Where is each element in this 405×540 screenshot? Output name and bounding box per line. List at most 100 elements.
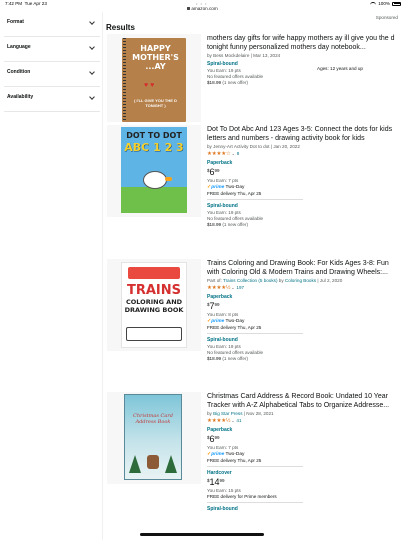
format-link[interactable]: Spiral-bound (207, 506, 399, 512)
format-link[interactable]: Paperback (207, 160, 399, 166)
cover-text: TRAINS (126, 283, 182, 298)
train-outline-illustration (126, 327, 182, 341)
price[interactable]: $799 (207, 301, 399, 311)
cover-text: DOT TO DOT (126, 131, 182, 140)
format-link[interactable]: Paperback (207, 294, 399, 300)
price[interactable]: $699 (207, 434, 399, 444)
home-indicator[interactable] (140, 533, 264, 536)
format-link[interactable]: Spiral-bound (207, 61, 399, 67)
chevron-down-icon: ⌄ (230, 151, 235, 156)
rating-count[interactable]: 197 (236, 285, 244, 290)
result-item: HAPPY MOTHER'S ...AY ♥ ♥ ( I'LL GIVE YOU… (107, 34, 397, 122)
no-featured-offers: No featured offers available (207, 350, 264, 355)
book-cover-image[interactable]: Christmas Card Address Book (124, 394, 182, 480)
beak-illustration (165, 177, 172, 181)
result-item: DOT TO DOT ABC 1 2 3 Dot To Dot Abc And … (107, 125, 397, 255)
you-earn: You Earn: 19 pts (207, 344, 241, 349)
price[interactable]: $699 (207, 167, 399, 177)
product-image[interactable]: DOT TO DOT ABC 1 2 3 (107, 125, 201, 217)
star-rating[interactable]: ★★★★☆ ⌄ 8 (207, 151, 399, 157)
offer-line: $18.99 (1 new offer) (207, 356, 249, 361)
delivery-info: FREE delivery Thu, Apr 25 (207, 325, 262, 330)
offer-line: $18.99 (1 new offer) (207, 80, 249, 85)
chevron-down-icon (89, 19, 95, 25)
filter-condition[interactable]: Condition (4, 62, 100, 87)
divider (207, 502, 303, 503)
cover-text: ABC 1 2 3 (124, 141, 184, 154)
product-title-link[interactable]: Dot To Dot Abc And 123 Ages 3-5: Connect… (207, 125, 399, 143)
filter-sidebar: Format Language Condition Availability (0, 12, 100, 112)
format-link[interactable]: Spiral-bound (207, 337, 399, 343)
new-offer-link[interactable]: (1 new offer) (222, 80, 248, 85)
filter-label: Condition (7, 69, 31, 75)
product-image[interactable]: TRAINS COLORING AND DRAWING BOOK (107, 259, 201, 351)
you-earn: You Earn: 19 pts (207, 210, 241, 215)
prime-badge: ✓prime Two-Day (207, 318, 245, 324)
filter-language[interactable]: Language (4, 37, 100, 62)
new-offer-link[interactable]: (1 new offer) (222, 356, 248, 361)
status-bar: 7:42 PM Tue Apr 23 • • • amazon.com 100% (0, 0, 405, 11)
product-title-link[interactable]: Christmas Card Address & Record Book: Un… (207, 392, 399, 410)
filter-availability[interactable]: Availability (4, 87, 100, 112)
you-earn: You Earn: 15 pts (207, 488, 241, 493)
new-offer-link[interactable]: (1 new offer) (222, 222, 248, 227)
chevron-down-icon (89, 94, 95, 100)
sponsored-label[interactable]: Sponsored (376, 15, 398, 20)
no-featured-offers: No featured offers available (207, 216, 264, 221)
byline: by Big Star Press | Nov 28, 2021 (207, 411, 274, 416)
prime-badge: ✓prime Two-Day (207, 451, 245, 457)
cover-subtext: ( I'LL GIVE YOU THE D TONIGHT ) (134, 98, 177, 108)
rating-count[interactable]: 8 (237, 151, 240, 156)
author-link[interactable]: Coloring Books (285, 278, 316, 283)
format-link[interactable]: Hardcover (207, 470, 399, 476)
series-link[interactable]: Trains Collection (5 books) (223, 278, 277, 283)
product-title-link[interactable]: Trains Coloring and Drawing Book: For Ki… (207, 259, 399, 277)
deer-illustration (147, 455, 159, 469)
result-item: Christmas Card Address Book Christmas Ca… (107, 392, 397, 540)
book-cover-image[interactable]: HAPPY MOTHER'S ...AY ♥ ♥ ( I'LL GIVE YOU… (122, 38, 186, 122)
filter-label: Language (7, 44, 31, 50)
you-earn: You Earn: 7 pts (207, 445, 239, 450)
book-cover-image[interactable]: DOT TO DOT ABC 1 2 3 (121, 127, 187, 213)
results-heading: Results (106, 23, 135, 32)
product-image[interactable]: Christmas Card Address Book (107, 392, 201, 484)
rating-count[interactable]: 41 (236, 418, 241, 423)
ages-label: Ages: 12 years and up (317, 66, 363, 71)
author-link[interactable]: Big Star Press (213, 411, 242, 416)
price[interactable]: $1499 (207, 477, 399, 487)
filter-label: Availability (7, 94, 34, 100)
star-rating[interactable]: ★★★★½ ⌄ 41 (207, 418, 399, 424)
byline: by Bess Mockdelaire | Mar 13, 2024 (207, 53, 281, 58)
you-earn: You Earn: 8 pts (207, 312, 239, 317)
battery-icon (392, 1, 401, 6)
prime-badge: ✓prime Two-Day (207, 184, 245, 190)
sidebar-divider (102, 12, 103, 540)
cover-text: Christmas Card Address Book (133, 413, 173, 425)
tree-illustration (129, 455, 141, 473)
delivery-info: FREE delivery Thu, Apr 25 (207, 458, 262, 463)
divider (207, 466, 303, 467)
tree-illustration (165, 455, 177, 473)
lock-icon (187, 7, 191, 11)
byline: Part of: Trains Collection (5 books) by … (207, 278, 343, 283)
filter-format[interactable]: Format (4, 12, 100, 37)
heart-icons: ♥ ♥ (144, 82, 155, 89)
battery-percent: 100% (378, 1, 390, 6)
format-link[interactable]: Spiral-bound (207, 203, 399, 209)
result-item: TRAINS COLORING AND DRAWING BOOK Trains … (107, 259, 397, 389)
book-cover-image[interactable]: TRAINS COLORING AND DRAWING BOOK (121, 262, 187, 348)
status-indicators: 100% (370, 1, 401, 6)
product-image[interactable]: HAPPY MOTHER'S ...AY ♥ ♥ ( I'LL GIVE YOU… (107, 34, 201, 122)
spiral-binding (123, 38, 126, 122)
product-title-link[interactable]: mothers day gifts for wife happy mothers… (207, 34, 399, 52)
filter-label: Format (7, 19, 24, 25)
chevron-down-icon: ⌄ (230, 418, 235, 423)
grass-illustration (121, 187, 187, 213)
star-rating[interactable]: ★★★★½ ⌄ 197 (207, 285, 399, 291)
no-featured-offers: No featured offers available (207, 74, 264, 79)
address-bar[interactable]: amazon.com (0, 6, 405, 11)
format-link[interactable]: Paperback (207, 427, 399, 433)
wifi-icon (370, 1, 377, 6)
delivery-info: FREE delivery Thu, Apr 25 (207, 191, 262, 196)
byline: by Jenny-Art Activity Dot to dot | Jan 2… (207, 144, 300, 149)
